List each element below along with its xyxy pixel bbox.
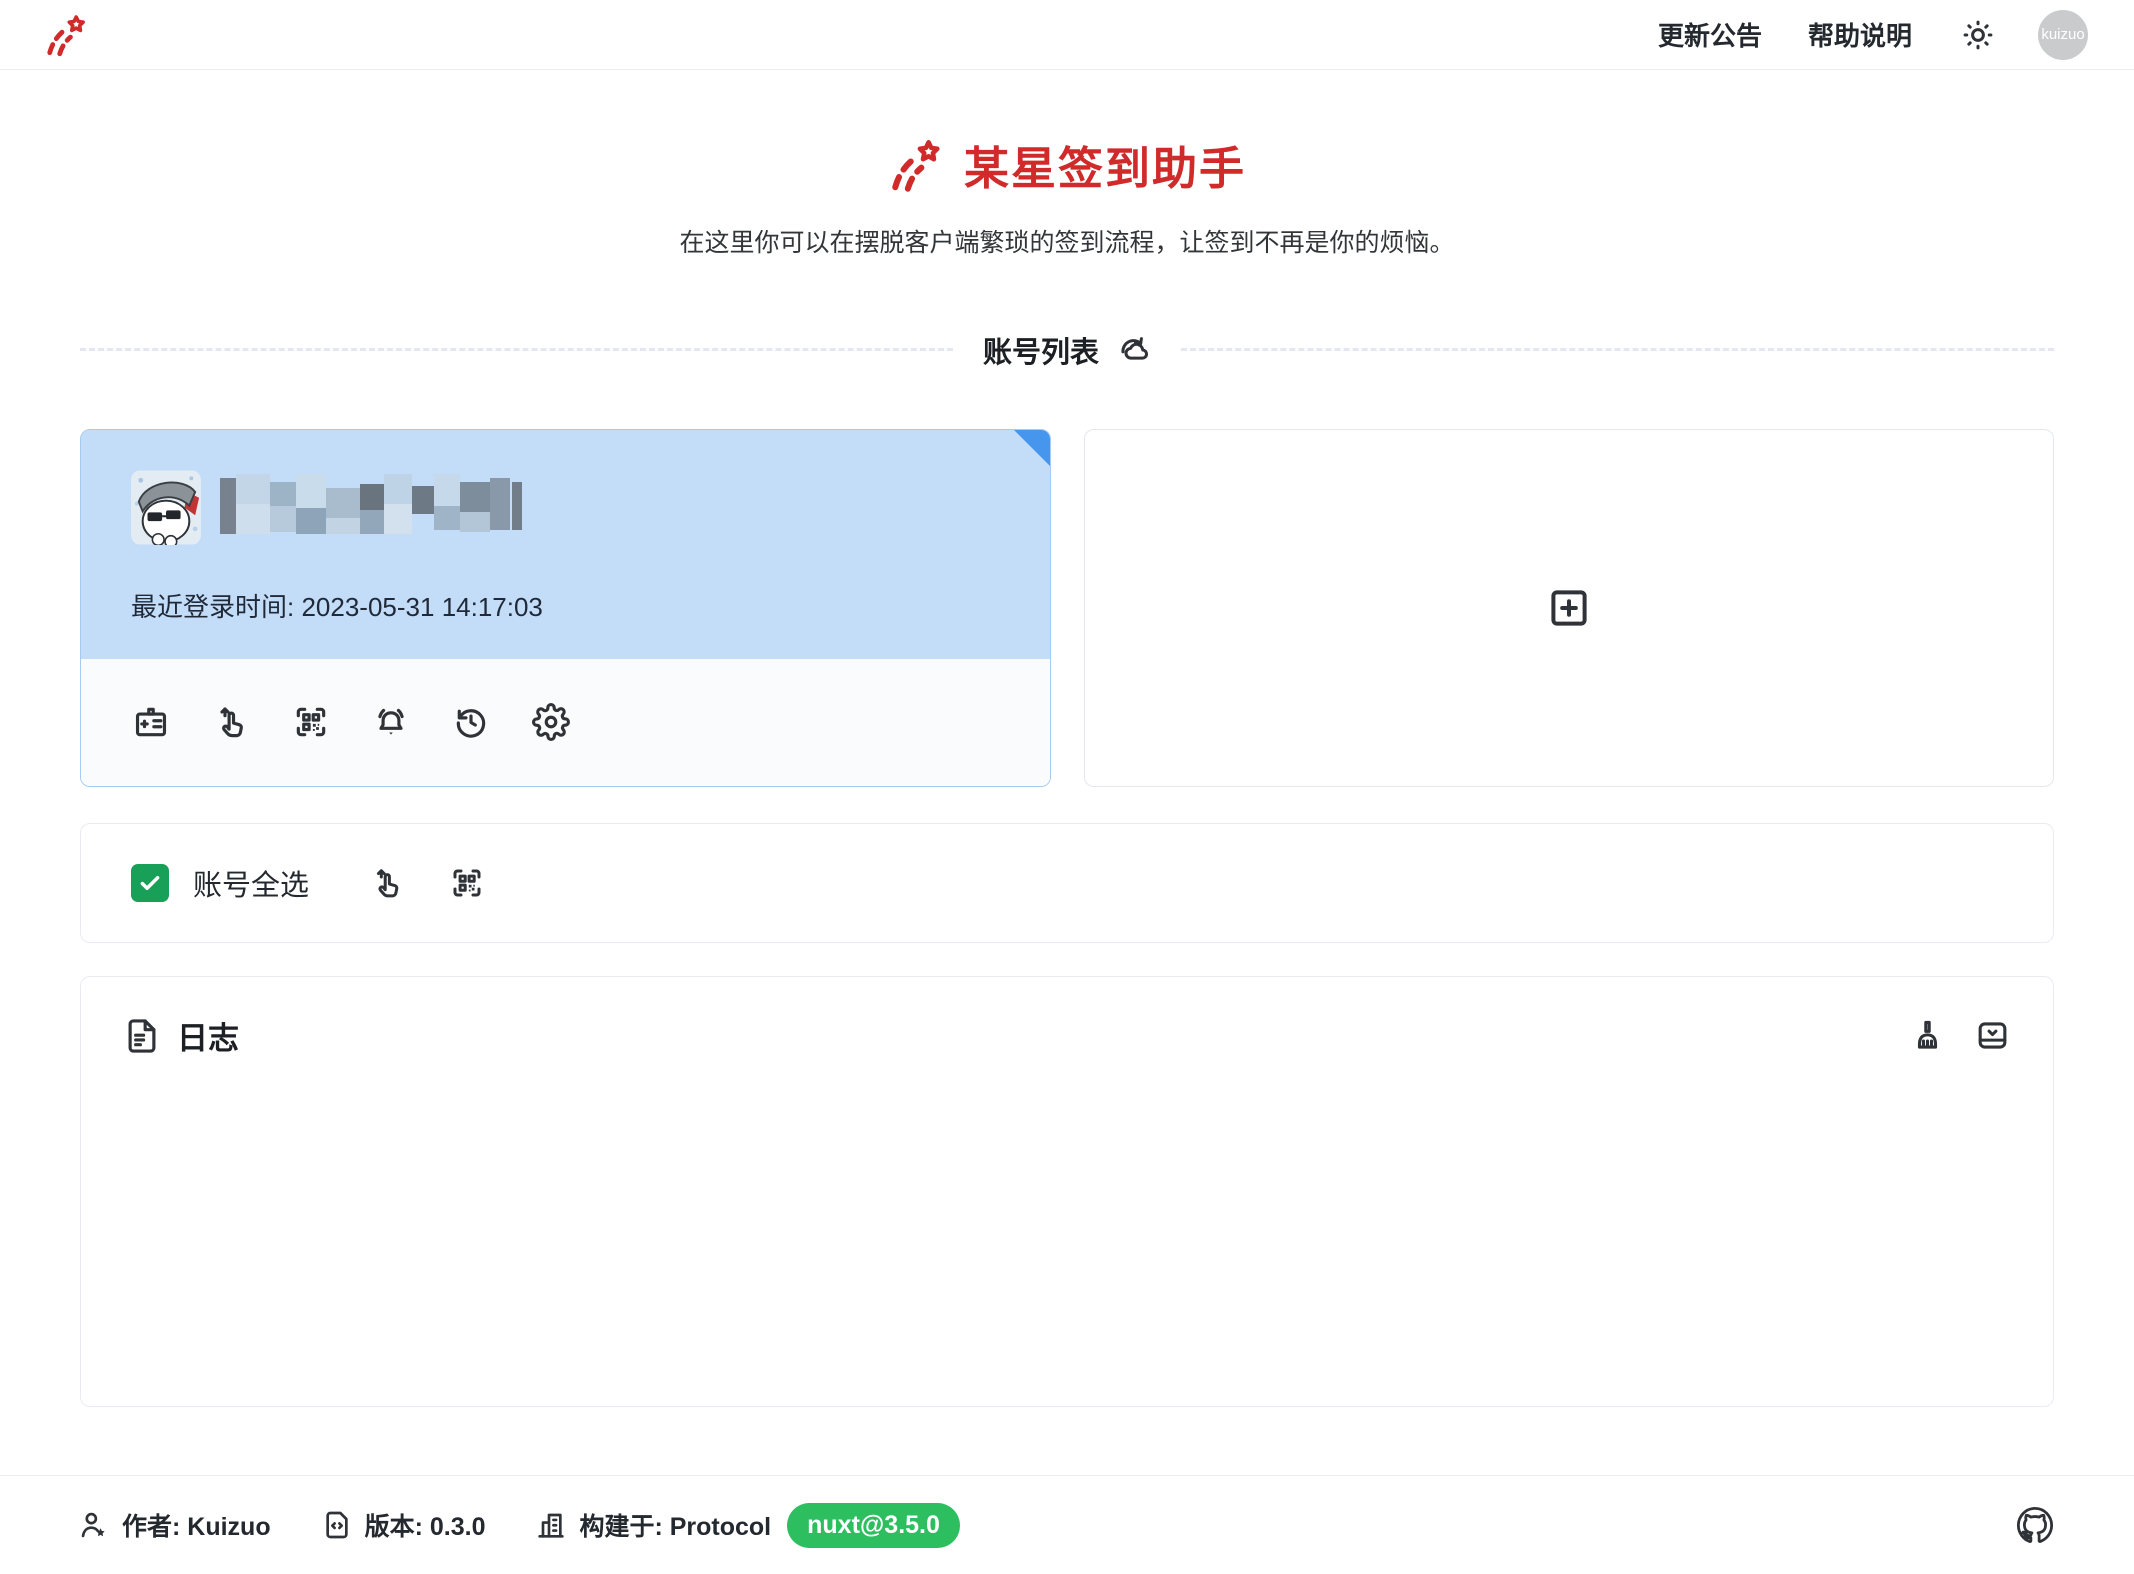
broom-clear-icon[interactable]	[1909, 1017, 1946, 1054]
select-all-label: 账号全选	[193, 862, 309, 904]
account-cards-grid: 最近登录时间: 2023-05-31 14:17:03	[80, 429, 2054, 787]
page-subtitle: 在这里你可以在摆脱客户端繁琐的签到流程，让签到不再是你的烦恼。	[0, 223, 2134, 259]
gear-icon[interactable]	[532, 703, 570, 741]
log-body	[123, 1058, 2011, 1370]
last-login-time: 最近登录时间: 2023-05-31 14:17:03	[131, 587, 1004, 624]
footer-build: 构建于: Protocol	[535, 1507, 771, 1543]
shooting-star-icon	[888, 136, 946, 194]
page-title: 某星签到助手	[964, 132, 1246, 197]
footer-version: 版本: 0.3.0	[321, 1507, 486, 1543]
hand-click-icon[interactable]	[212, 703, 250, 741]
shooting-star-logo-icon[interactable]	[44, 12, 90, 58]
account-list-title: 账号列表	[983, 329, 1099, 371]
hero: 某星签到助手 在这里你可以在摆脱客户端繁琐的签到流程，让签到不再是你的烦恼。	[0, 132, 2134, 259]
sun-icon	[1960, 17, 1996, 53]
file-code-icon	[321, 1509, 353, 1541]
nav-link-help[interactable]: 帮助说明	[1808, 16, 1912, 53]
app-page: 更新公告 帮助说明 kuizuo 某星签到助手 在这里你可以在摆脱客户端繁琐的签…	[0, 0, 2134, 1574]
building-icon	[535, 1509, 567, 1541]
qr-scan-all-icon[interactable]	[449, 865, 485, 901]
bell-icon[interactable]	[372, 703, 410, 741]
nav-link-announcements[interactable]: 更新公告	[1658, 16, 1762, 53]
log-actions	[1909, 1017, 2011, 1054]
page-footer: 作者: Kuizuo 版本: 0.3.0 构建于: Protocol nuxt@…	[0, 1475, 2134, 1574]
log-header: 日志	[123, 1013, 2011, 1058]
cloud-sync-icon[interactable]	[1115, 332, 1151, 368]
select-all-checkbox[interactable]	[131, 864, 169, 902]
hand-click-all-icon[interactable]	[369, 865, 405, 901]
qr-scan-icon[interactable]	[292, 703, 330, 741]
selected-corner-mark	[1014, 430, 1050, 466]
log-panel: 日志	[80, 976, 2054, 1407]
file-text-icon	[123, 1017, 161, 1055]
account-card[interactable]: 最近登录时间: 2023-05-31 14:17:03	[80, 429, 1051, 787]
user-avatar[interactable]: kuizuo	[2038, 10, 2088, 60]
theme-toggle-button[interactable]	[1960, 17, 1996, 53]
navbar: 更新公告 帮助说明 kuizuo	[0, 0, 2134, 70]
account-avatar	[131, 470, 201, 545]
footer-author: 作者: Kuizuo	[78, 1507, 271, 1543]
check-icon	[136, 869, 164, 897]
archive-box-icon[interactable]	[1974, 1017, 2011, 1054]
account-card-toolbar	[81, 659, 1050, 786]
log-title: 日志	[177, 1013, 239, 1058]
select-all-bar: 账号全选	[80, 823, 2054, 944]
github-icon[interactable]	[2014, 1504, 2056, 1546]
account-list-divider: 账号列表	[80, 329, 2054, 371]
id-card-add-icon[interactable]	[132, 703, 170, 741]
account-card-main: 最近登录时间: 2023-05-31 14:17:03	[81, 430, 1050, 659]
person-star-icon	[78, 1509, 110, 1541]
history-icon[interactable]	[452, 703, 490, 741]
nuxt-version-badge: nuxt@3.5.0	[787, 1503, 960, 1548]
account-name-censored	[219, 474, 531, 538]
add-account-card[interactable]	[1084, 429, 2055, 787]
plus-square-icon	[1545, 584, 1593, 632]
